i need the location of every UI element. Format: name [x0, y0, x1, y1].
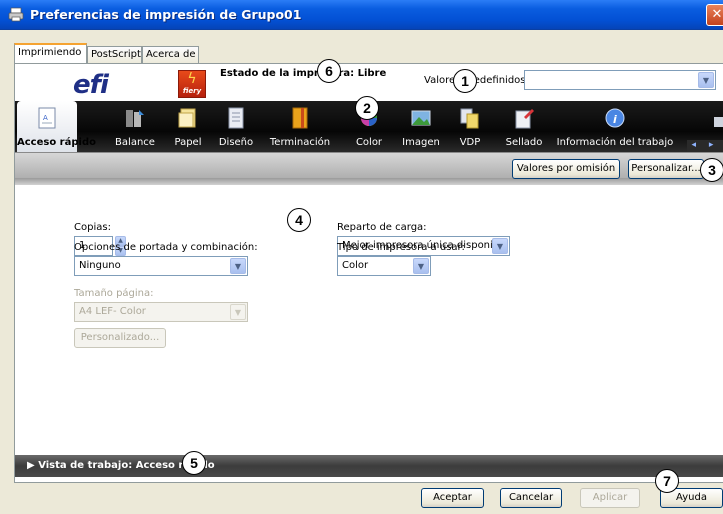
printer-type-label: Tipo de impresora a usar: — [337, 242, 465, 253]
load-balance-label: Reparto de carga: — [337, 222, 427, 233]
paper-icon — [178, 108, 196, 128]
chevron-down-icon[interactable]: ▼ — [230, 258, 246, 274]
toolbar-label: Color — [355, 137, 383, 148]
ok-button[interactable]: Aceptar — [421, 488, 484, 508]
info-icon: i — [605, 108, 625, 128]
fiery-text: fiery — [182, 87, 202, 95]
title-bar[interactable]: Preferencias de impresión de Grupo01 ✕ — [0, 0, 723, 30]
printer-status: Estado de la impresora: Libre — [220, 68, 387, 79]
toolbar-scroll-arrows[interactable]: ◂ ▸ — [687, 140, 723, 152]
toolbar-item-sellado[interactable]: Sellado — [496, 101, 552, 152]
window-title: Preferencias de impresión de Grupo01 — [30, 7, 302, 22]
custom-size-button[interactable]: Personalizado... — [74, 328, 166, 348]
toolbar-label: Diseño — [218, 137, 254, 148]
toolbar-label: Terminación — [269, 137, 331, 148]
chevron-down-icon[interactable]: ▼ — [698, 72, 714, 88]
cover-options-dropdown[interactable]: Ninguno ▼ — [74, 256, 248, 276]
tab-imprimiendo[interactable]: Imprimiendo — [14, 43, 87, 64]
toolbar-label: Imagen — [402, 137, 440, 148]
tab-acerca-de[interactable]: Acerca de — [142, 46, 199, 64]
toolbar-item-terminacion[interactable]: Terminación — [260, 101, 340, 152]
toolbar-item-diseno[interactable]: Diseño — [208, 101, 264, 152]
cover-options-heading: Opciones de portada y combinación: — [74, 242, 258, 253]
apply-button[interactable]: Aplicar — [580, 488, 640, 508]
job-view-bar[interactable]: ▶ Vista de trabajo: Acceso rápido — [15, 455, 723, 477]
quick-access-icon: A — [38, 107, 56, 129]
callout-5: 5 — [182, 451, 206, 475]
toolbar-item-papel[interactable]: Papel — [163, 101, 213, 152]
toolbar-label: Sellado — [505, 137, 543, 148]
chevron-down-icon[interactable]: ▼ — [413, 258, 429, 274]
copies-label: Copias: — [74, 222, 111, 233]
cancel-button[interactable]: Cancelar — [500, 488, 562, 508]
presets-dropdown[interactable]: ▼ — [524, 70, 716, 90]
printer-icon — [714, 117, 723, 127]
chevron-down-icon[interactable]: ▼ — [230, 304, 246, 320]
finishing-icon — [292, 107, 308, 129]
stamping-icon — [515, 109, 534, 129]
balance-icon — [126, 110, 144, 127]
page-size-label: Tamaño página: — [74, 288, 154, 299]
customize-button[interactable]: Personalizar... — [628, 159, 704, 179]
chevron-down-icon[interactable]: ▼ — [492, 238, 508, 254]
printer-type-value: Color — [342, 260, 369, 271]
toolbar-item-vdp[interactable]: VDP — [448, 101, 492, 152]
toolbar-label: Información del trabajo — [556, 137, 674, 148]
close-button[interactable]: ✕ — [706, 4, 723, 26]
toolbar-item-informacion[interactable]: i Información del trabajo — [555, 101, 675, 152]
printer-type-dropdown[interactable]: Color ▼ — [337, 256, 431, 276]
cover-options-value: Ninguno — [79, 260, 121, 271]
action-bar-shadow — [15, 178, 723, 185]
fiery-logo: ϟ fiery — [178, 70, 206, 98]
svg-text:A: A — [43, 114, 48, 122]
vdp-icon — [460, 108, 479, 129]
callout-3: 3 — [700, 158, 723, 182]
page-size-value: A4 LEF- Color — [79, 306, 146, 317]
callout-6: 6 — [317, 59, 341, 83]
callout-7: 7 — [655, 469, 679, 493]
svg-text:i: i — [613, 113, 617, 126]
toolbar-label: Papel — [174, 137, 202, 148]
page-size-dropdown[interactable]: A4 LEF- Color ▼ — [74, 302, 248, 322]
efi-logo: efi — [73, 70, 109, 100]
callout-1: 1 — [453, 69, 477, 93]
toolbar-label: Balance — [115, 137, 155, 148]
toolbar-label: VDP — [459, 137, 481, 148]
callout-4: 4 — [287, 208, 311, 232]
flame-icon: ϟ — [187, 71, 197, 87]
printer-icon — [8, 7, 24, 22]
layout-icon — [228, 107, 244, 129]
toolbar-item-balance[interactable]: Balance — [105, 101, 165, 152]
print-preferences-window: Preferencias de impresión de Grupo01 ✕ I… — [0, 0, 723, 514]
defaults-button[interactable]: Valores por omisión — [512, 159, 620, 179]
toolbar-item-acceso-rapido[interactable]: A Acceso rápido — [17, 101, 96, 152]
toolbar-item-imagen[interactable]: Imagen — [396, 101, 446, 152]
toolbar-label: Acceso rápido — [17, 137, 96, 148]
image-icon — [411, 110, 431, 126]
tab-postscript[interactable]: PostScript — [87, 46, 142, 64]
expand-arrow-icon[interactable]: ▶ — [27, 460, 35, 471]
callout-2: 2 — [355, 96, 379, 120]
